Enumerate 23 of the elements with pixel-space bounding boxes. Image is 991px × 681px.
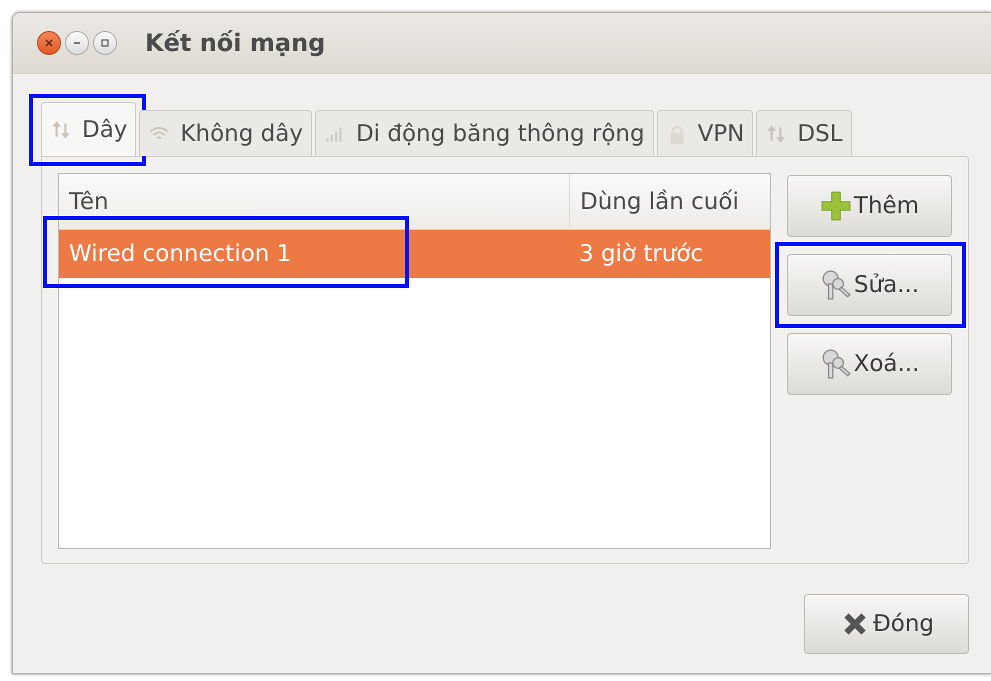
tab[interactable]: VPN (656, 110, 754, 156)
column-header[interactable]: Tên (59, 174, 569, 229)
table-cell-text: Wired connection 1 (68, 240, 292, 269)
arrows-icon (50, 118, 72, 140)
window-title: Kết nối mạng (145, 29, 326, 57)
table-cell-text: 3 giờ trước (578, 240, 704, 269)
x-icon (44, 38, 54, 48)
action-button[interactable]: Xoá... (787, 333, 952, 395)
action-button[interactable]: Sửa... (787, 254, 952, 316)
tab[interactable]: Di động băng thông rộng (314, 110, 654, 156)
action-button[interactable]: Thêm (787, 175, 952, 237)
maximize-button[interactable] (93, 31, 117, 55)
arrows-icon (765, 122, 788, 144)
close-dialog-button[interactable]: Đóng (804, 594, 969, 654)
keys-icon (820, 269, 852, 301)
keys-icon (820, 348, 852, 380)
tab[interactable]: Không dây (139, 110, 312, 156)
tab[interactable]: Dây (41, 102, 136, 156)
square-icon (100, 38, 110, 48)
plus-icon (820, 190, 852, 222)
column-header[interactable]: Dùng lần cuối (569, 174, 770, 229)
close-button[interactable] (37, 31, 61, 55)
tab[interactable]: DSL (756, 110, 852, 156)
